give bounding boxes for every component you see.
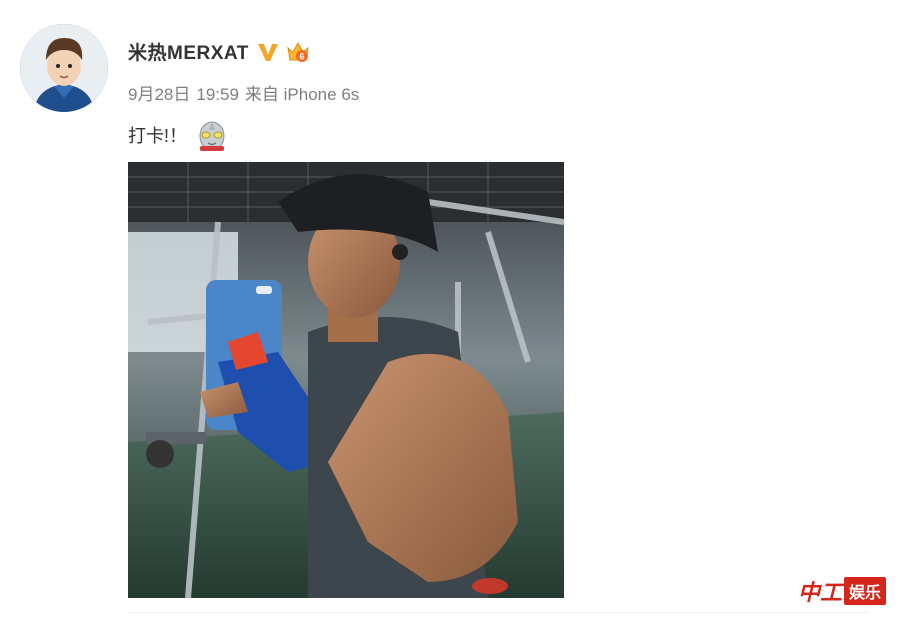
weibo-post: 米热MERXAT 6 9月28日 19:59 来自 iPhone 6s 打卡!！ <box>0 0 900 621</box>
post-meta: 9月28日 19:59 来自 iPhone 6s <box>128 80 365 105</box>
username[interactable]: 米热MERXAT <box>128 38 249 65</box>
name-row: 米热MERXAT 6 <box>128 38 311 65</box>
avatar[interactable] <box>20 24 108 112</box>
cartoon-avatar-icon <box>20 24 108 112</box>
divider <box>128 612 868 613</box>
verified-v-icon[interactable] <box>257 42 279 62</box>
svg-text:6: 6 <box>299 51 304 61</box>
source-device[interactable]: iPhone 6s <box>284 85 360 104</box>
watermark-label: 娱乐 <box>843 577 886 605</box>
watermark-mark: 中工 <box>797 580 842 606</box>
post-text-row: 打卡!！ <box>128 118 229 152</box>
gym-selfie-image <box>128 162 564 598</box>
ultraman-emoji-icon <box>199 121 225 151</box>
post-time[interactable]: 19:59 <box>196 85 239 104</box>
post-date[interactable]: 9月28日 <box>128 85 190 104</box>
post-text: 打卡!！ <box>128 126 188 146</box>
post-photo[interactable] <box>128 162 564 598</box>
source-label: 来自 <box>244 85 279 104</box>
watermark: 中工 娱乐 <box>798 575 886 607</box>
level-crown-icon[interactable]: 6 <box>285 39 311 65</box>
